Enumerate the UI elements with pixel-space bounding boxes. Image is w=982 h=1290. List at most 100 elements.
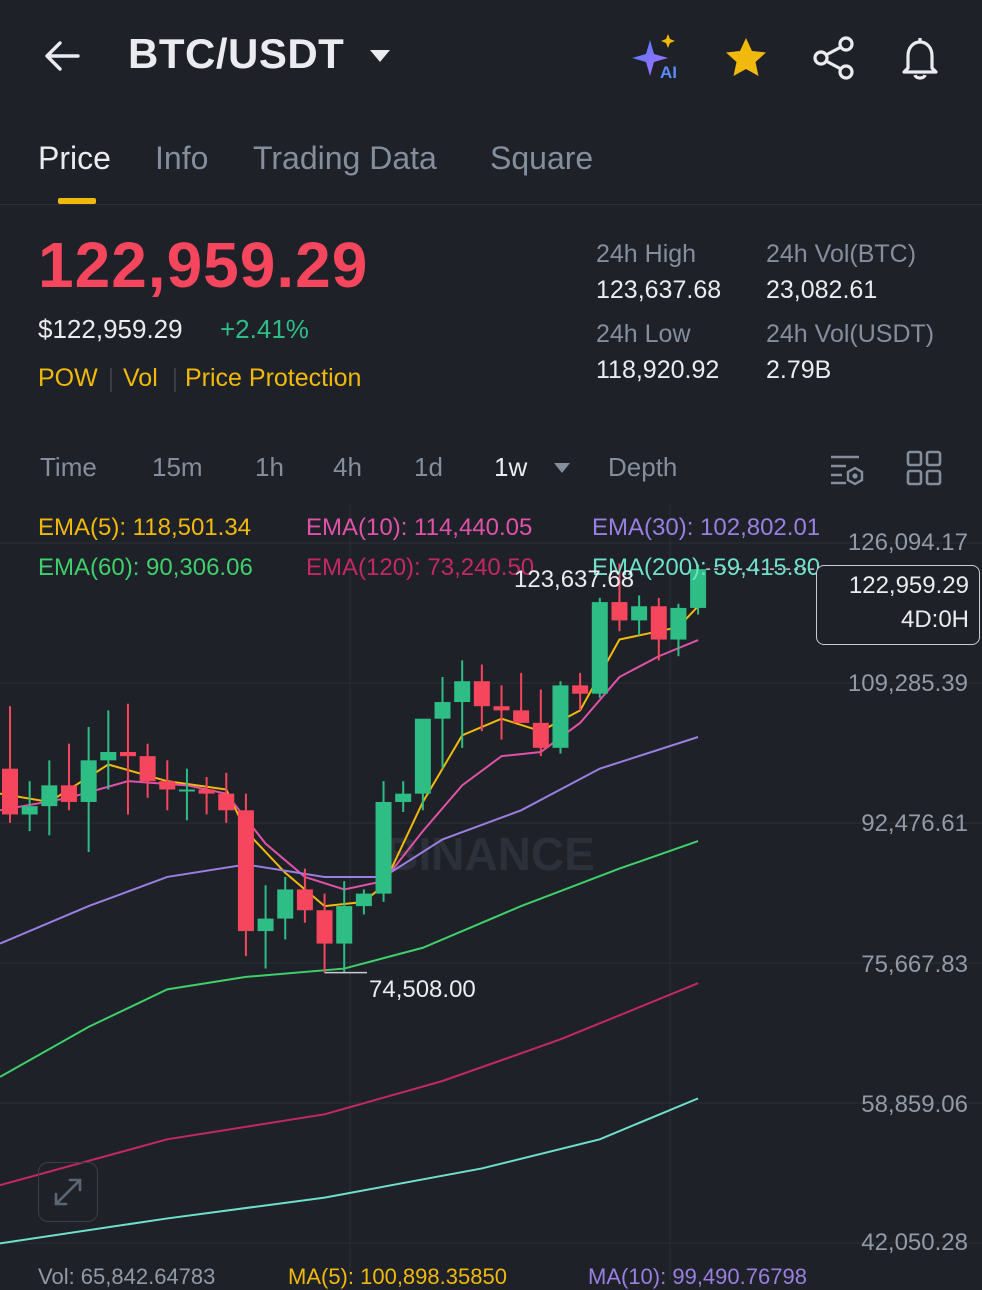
candle-body	[493, 706, 510, 711]
candle-body	[670, 607, 687, 640]
indicator-settings-button[interactable]	[826, 448, 868, 490]
interval-1w[interactable]: 1w	[494, 452, 527, 483]
candle-body	[41, 785, 58, 807]
layout-grid-button[interactable]	[904, 448, 944, 488]
usd-price: $122,959.29	[38, 314, 183, 344]
indicator-settings-icon	[831, 455, 864, 486]
back-button[interactable]	[38, 32, 86, 80]
candle-body	[218, 793, 235, 811]
candle-body	[237, 810, 254, 932]
candle-body	[336, 906, 353, 944]
stat-high-value: 123,637.68	[596, 276, 722, 304]
ai-sparkle-icon: AI	[632, 34, 677, 82]
candle-body	[650, 606, 667, 640]
candle-body	[257, 918, 274, 932]
axis-label: 75,667.83	[861, 951, 968, 978]
fullscreen-button[interactable]	[38, 1162, 98, 1222]
chevron-down-icon	[554, 463, 570, 473]
interval-1d[interactable]: 1d	[414, 452, 443, 483]
ema-line	[0, 1097, 699, 1245]
interval-more-button[interactable]	[550, 456, 574, 480]
axis-label: 42,050.28	[861, 1229, 968, 1256]
tag-separator	[110, 368, 112, 392]
interval-4h[interactable]: 4h	[333, 452, 362, 483]
candle-body	[60, 785, 77, 802]
share-button[interactable]	[806, 30, 862, 86]
candle-body	[552, 685, 569, 748]
candle-body	[198, 789, 215, 794]
ema10-legend: EMA(10): 114,440.05	[306, 514, 533, 541]
candle-body	[80, 760, 97, 802]
tag-price-protection[interactable]: Price Protection	[185, 364, 361, 393]
candle-body	[611, 602, 628, 621]
candle-body	[414, 718, 431, 794]
stat-low-label: 24h Low	[596, 320, 691, 348]
share-icon	[813, 36, 854, 80]
tag-vol[interactable]: Vol	[123, 364, 158, 393]
tab-square[interactable]: Square	[490, 140, 593, 177]
stat-vol-btc-label: 24h Vol(BTC)	[766, 240, 917, 268]
tab-trading-data[interactable]: Trading Data	[253, 140, 437, 177]
candle-body	[395, 793, 412, 802]
interval-1h[interactable]: 1h	[255, 452, 284, 483]
low-marker-label: 74,508.00	[369, 976, 476, 1003]
candle-countdown: 4D:0H	[900, 606, 969, 633]
ema-line	[0, 982, 699, 1187]
candle-body	[21, 806, 38, 815]
candle-body	[100, 752, 117, 761]
ai-button[interactable]: AI	[630, 30, 686, 86]
ema120-legend: EMA(120): 73,240.50	[306, 554, 535, 581]
candle-body	[277, 889, 294, 919]
tab-info[interactable]: Info	[155, 140, 208, 177]
axis-label: 92,476.61	[861, 810, 968, 837]
ema30-legend: EMA(30): 102,802.01	[592, 514, 821, 541]
tag-separator	[174, 368, 176, 392]
stat-vol-btc-value: 23,082.61	[766, 276, 878, 304]
stat-high-label: 24h High	[596, 240, 697, 268]
tag-pow[interactable]: POW	[38, 364, 98, 393]
current-price-box[interactable]: 122,959.29 4D:0H	[816, 565, 980, 645]
candle-body	[139, 756, 156, 782]
back-arrow-icon	[45, 41, 80, 71]
expand-icon	[54, 1178, 82, 1206]
candle-body	[119, 752, 136, 757]
axis-label: 126,094.17	[847, 529, 968, 556]
candle-body	[631, 606, 648, 621]
axis-label: 109,285.39	[847, 670, 968, 697]
price-markers	[324, 568, 816, 974]
candle-body	[2, 768, 18, 815]
pair-dropdown-button[interactable]	[362, 38, 398, 74]
candle-body	[454, 681, 471, 703]
interval-time[interactable]: Time	[40, 452, 97, 483]
interval-depth[interactable]: Depth	[608, 452, 677, 483]
candle-body	[572, 685, 589, 694]
high-marker-label: 123,637.68	[514, 566, 635, 593]
price-change: +2.41%	[220, 314, 309, 344]
candle-body	[473, 681, 490, 707]
pair-title[interactable]: BTC/USDT	[128, 30, 344, 78]
candle-body	[178, 789, 195, 792]
ai-badge-text: AI	[660, 63, 677, 82]
candle-body	[355, 893, 372, 907]
stat-vol-usdt-value: 2.79B	[766, 356, 832, 384]
volume-legend: Vol: 65,842.64783	[38, 1264, 216, 1289]
current-price-label: 122,959.29	[848, 572, 969, 599]
tabs-divider	[0, 204, 982, 205]
candle-body	[296, 889, 313, 911]
ema60-legend: EMA(60): 90,306.06	[38, 554, 253, 581]
volume-ma10-legend: MA(10): 99,490.76798	[588, 1264, 807, 1289]
candle-body	[375, 801, 392, 894]
favorite-button[interactable]	[718, 30, 774, 86]
stat-low-value: 118,920.92	[596, 356, 720, 384]
interval-15m[interactable]: 15m	[152, 452, 203, 483]
chevron-down-icon	[370, 50, 390, 62]
candle-body	[159, 781, 176, 790]
candle-body	[532, 722, 549, 748]
axis-label: 58,859.06	[861, 1091, 968, 1118]
tab-price[interactable]: Price	[38, 140, 111, 177]
alert-button[interactable]	[892, 30, 948, 86]
candle-body	[316, 910, 333, 944]
bell-icon	[902, 38, 938, 80]
last-price: 122,959.29	[38, 229, 369, 301]
grid-icon	[906, 450, 942, 486]
